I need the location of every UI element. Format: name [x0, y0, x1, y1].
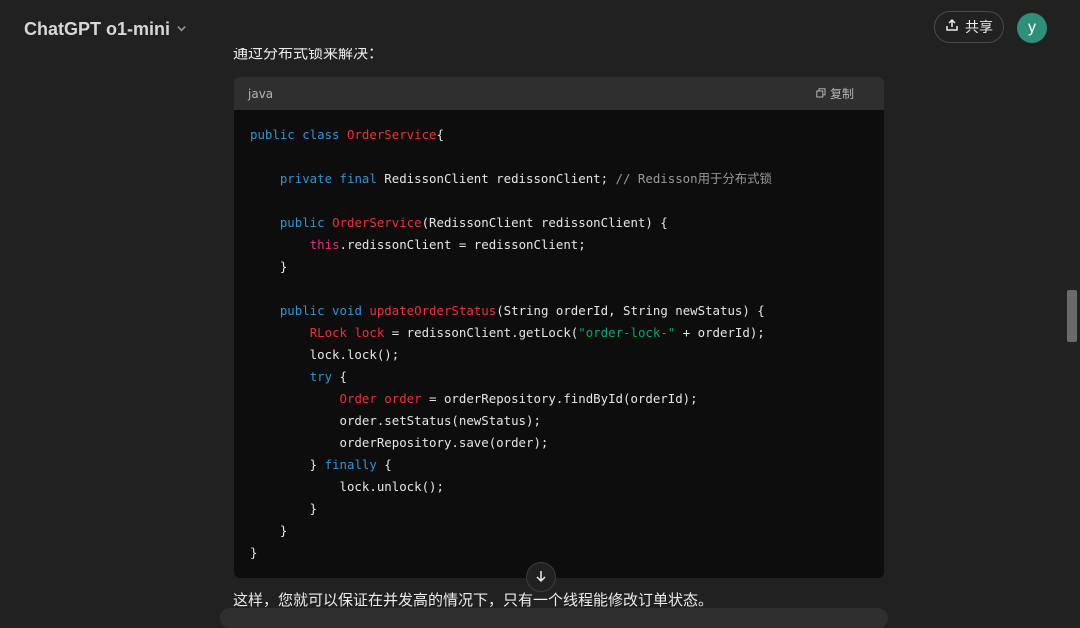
code-line: lock.unlock(); [250, 476, 868, 498]
code-line: orderRepository.save(order); [250, 432, 868, 454]
code-line: } [250, 498, 868, 520]
code-token: = redissonClient.getLock( [384, 325, 579, 340]
code-token: public void [279, 303, 370, 318]
code-language-label: java [248, 86, 274, 101]
code-token: public [279, 215, 333, 230]
code-token: lock.unlock(); [250, 479, 444, 494]
code-token: Order order [339, 391, 422, 406]
model-selector[interactable]: ChatGPT o1-mini [16, 14, 195, 44]
code-token: RedissonClient redissonClient; [384, 171, 616, 186]
code-line: lock.lock(); [250, 344, 868, 366]
code-token: public class [250, 127, 347, 142]
code-line: Order order = orderRepository.findById(o… [250, 388, 868, 410]
code-line: } [250, 256, 868, 278]
code-line: public void updateOrderStatus(String ord… [250, 300, 868, 322]
code-token: RLock lock [309, 325, 385, 340]
code-token: } [250, 545, 258, 560]
code-token: OrderService [346, 127, 437, 142]
code-line: } [250, 520, 868, 542]
code-token: try [309, 369, 340, 384]
code-token: + orderId); [675, 325, 765, 340]
share-upload-icon [945, 18, 959, 36]
arrow-down-icon [534, 568, 548, 587]
message-outro-text: 这样，您就可以保证在并发高的情况下，只有一个线程能修改订单状态。 [233, 591, 714, 609]
code-token: this [309, 237, 340, 252]
avatar[interactable]: y [1017, 13, 1047, 43]
code-token: } [250, 501, 318, 516]
code-content: public class OrderService{ private final… [234, 110, 884, 564]
code-token: updateOrderStatus [369, 303, 497, 318]
code-token: } [250, 457, 325, 472]
code-token: lock.lock(); [250, 347, 400, 362]
code-token: OrderService [332, 215, 422, 230]
code-token: { [384, 457, 392, 472]
model-name: ChatGPT o1-mini [24, 18, 171, 39]
code-block: java 复制 public class OrderService{ priva… [234, 77, 884, 578]
copy-code-button[interactable]: 复制 [816, 85, 854, 102]
code-token: "order-lock-" [578, 325, 676, 340]
code-token: = orderRepository.findById(orderId); [421, 391, 698, 406]
code-token: finally [324, 457, 385, 472]
code-line: public class OrderService{ [250, 124, 868, 146]
copy-icon [816, 87, 826, 101]
code-token: // Redisson用于分布式锁 [615, 171, 772, 186]
code-line: } finally { [250, 454, 868, 476]
share-label: 共享 [965, 20, 993, 36]
code-line: order.setStatus(newStatus); [250, 410, 868, 432]
code-line: this.redissonClient = redissonClient; [250, 234, 868, 256]
chevron-down-icon [176, 23, 187, 37]
scroll-to-bottom-button[interactable] [526, 562, 556, 592]
code-token: private final [279, 171, 385, 186]
code-line: } [250, 542, 868, 564]
code-token: (RedissonClient redissonClient) { [421, 215, 668, 230]
share-button[interactable]: 共享 [934, 11, 1004, 43]
copy-label: 复制 [829, 87, 854, 101]
scrollbar-thumb[interactable] [1067, 290, 1077, 342]
code-token: order.setStatus(newStatus); [250, 413, 541, 428]
code-token: .redissonClient = redissonClient; [339, 237, 586, 252]
code-token: } [250, 259, 288, 274]
code-line: private final RedissonClient redissonCli… [250, 168, 868, 190]
code-line: public OrderService(RedissonClient redis… [250, 212, 868, 234]
code-token: { [339, 369, 347, 384]
code-token: { [436, 127, 444, 142]
message-composer[interactable] [220, 608, 888, 628]
code-line: RLock lock = redissonClient.getLock("ord… [250, 322, 868, 344]
code-block-header: java 复制 [234, 77, 884, 110]
code-line: try { [250, 366, 868, 388]
code-token: orderRepository.save(order); [250, 435, 549, 450]
code-token: } [250, 523, 288, 538]
code-token: (String orderId, String newStatus) { [496, 303, 765, 318]
